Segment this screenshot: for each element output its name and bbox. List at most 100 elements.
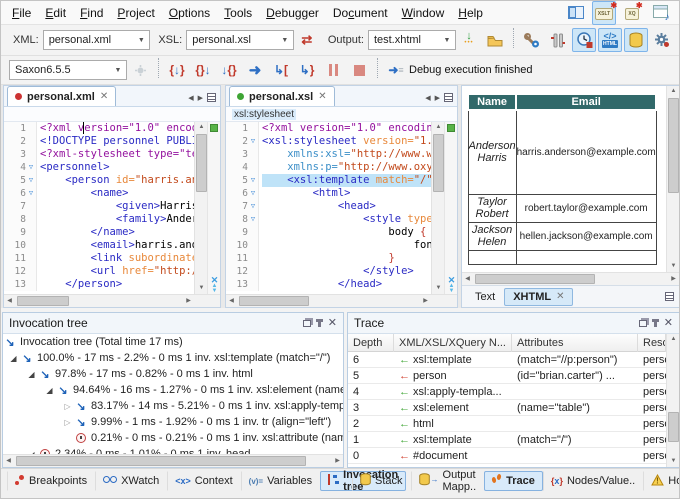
xml-combobox[interactable]: personal.xml ▼: [43, 30, 151, 50]
tree-expander-icon[interactable]: ◢: [25, 370, 38, 379]
switch-to-editor-button[interactable]: ♪: [648, 1, 672, 25]
step-into-button[interactable]: {↓}: [165, 58, 189, 82]
tab-list-icon[interactable]: [207, 93, 216, 102]
open-folder-button[interactable]: [483, 28, 507, 52]
swap-xml-xsl-button[interactable]: ⇄: [295, 28, 319, 52]
trace-row[interactable]: 2←htmlpersonal.xsl [line: 6]: [348, 416, 666, 432]
xq-debugger-button[interactable]: XQ✱: [620, 1, 644, 25]
close-panel-icon[interactable]: ✕: [664, 318, 673, 329]
view-tab-breakpoints[interactable]: Breakpoints: [7, 471, 95, 491]
output-combobox[interactable]: test.xhtml ▼: [368, 30, 456, 50]
close-tab-icon[interactable]: ✕: [100, 91, 108, 102]
trace-column-header[interactable]: XML/XSL/XQuery N...: [394, 334, 512, 352]
tree-expander-icon[interactable]: ◢: [7, 354, 20, 363]
xsl-combobox[interactable]: personal.xsl ▼: [186, 30, 294, 50]
menu-window[interactable]: Window: [395, 3, 452, 23]
tree-expander-icon[interactable]: ◢: [43, 386, 56, 395]
scroll-right-icon[interactable]: ▶: [332, 455, 343, 468]
editor-layout-button[interactable]: [564, 1, 588, 25]
engine-config-button[interactable]: [128, 58, 152, 82]
restore-panel-icon[interactable]: [303, 320, 311, 327]
close-tab-icon[interactable]: ✕: [556, 291, 564, 302]
run-button[interactable]: ➜: [243, 58, 267, 82]
nav-back-icon[interactable]: ◀: [425, 94, 430, 102]
output-horizontal-scrollbar[interactable]: ◀ ▶: [462, 272, 679, 285]
tree-expander-icon[interactable]: ▷: [61, 402, 74, 411]
scroll-left-icon[interactable]: ◀: [226, 295, 237, 308]
link-output-button[interactable]: ↓•••: [457, 28, 481, 52]
output-tab-xhtml[interactable]: XHTML✕: [504, 288, 573, 306]
scroll-up-icon[interactable]: ▲: [667, 334, 679, 345]
trace-row[interactable]: 0←#documentpersonal.xml [line: 1]: [348, 448, 666, 464]
view-tab-output-mapping[interactable]: →Output Mapp..: [411, 471, 485, 491]
scroll-up-icon[interactable]: ▲: [667, 86, 679, 97]
scroll-left-icon[interactable]: ◀: [462, 273, 473, 286]
view-tab-xwatch[interactable]: XWatch: [95, 471, 167, 491]
nav-back-icon[interactable]: ◀: [188, 94, 193, 102]
menu-document[interactable]: Document: [326, 3, 395, 23]
engine-combobox[interactable]: Saxon6.5.5 ▼: [9, 60, 127, 80]
fold-marker-icon[interactable]: ▽: [26, 174, 37, 187]
output-vertical-scrollbar[interactable]: ▲ ▼: [666, 86, 679, 272]
scroll-left-icon[interactable]: ◀: [4, 295, 15, 308]
xsl-vertical-scrollbar[interactable]: ▲ ▼: [431, 122, 444, 294]
menu-tools[interactable]: Tools: [217, 3, 259, 23]
menu-options[interactable]: Options: [162, 3, 217, 23]
xml-vertical-scrollbar[interactable]: ▲ ▼: [194, 122, 207, 294]
xml-horizontal-scrollbar[interactable]: ◀ ▶: [4, 294, 220, 307]
invocation-tree-row[interactable]: ◢↘100.0% - 17 ms - 2.2% - 0 ms 1 inv. xs…: [3, 350, 343, 366]
scroll-right-icon[interactable]: ▶: [183, 295, 194, 308]
scroll-right-icon[interactable]: ▶: [420, 295, 431, 308]
menu-project[interactable]: Project: [110, 3, 161, 23]
sync-scroll-icon[interactable]: ▲▼: [212, 284, 218, 294]
view-tab-nodes-values[interactable]: {x}Nodes/Value..: [543, 471, 643, 491]
view-tab-variables[interactable]: (v)=Variables: [241, 471, 321, 491]
show-xhtml-output-button[interactable]: </>HTML: [598, 28, 622, 52]
pause-button[interactable]: [321, 58, 345, 82]
invocation-tree-row[interactable]: ◢↘94.64% - 16 ms - 1.27% - 0 ms 1 inv. x…: [3, 382, 343, 398]
close-tab-icon[interactable]: ✕: [318, 91, 326, 102]
xsl-horizontal-scrollbar[interactable]: ◀ ▶: [226, 294, 457, 307]
xslt-debugger-button[interactable]: XSLT✱: [592, 1, 616, 25]
run-to-end-button[interactable]: ↳}: [295, 58, 319, 82]
trace-row[interactable]: 4←xsl:apply-templa...personal.xsl [line:…: [348, 384, 666, 400]
invocation-tree-body[interactable]: ↘Invocation tree (Total time 17 ms)◢↘100…: [3, 334, 343, 454]
pin-panel-icon[interactable]: [318, 319, 321, 327]
invocation-tree-root[interactable]: ↘Invocation tree (Total time 17 ms): [3, 334, 343, 350]
fold-marker-icon[interactable]: ▽: [248, 187, 259, 200]
fold-marker-icon[interactable]: ▽: [248, 200, 259, 213]
trace-table[interactable]: DepthXML/XSL/XQuery N...AttributesResour…: [348, 334, 666, 467]
invocation-horizontal-scrollbar[interactable]: ◀ ▶: [3, 454, 343, 467]
fold-marker-icon[interactable]: ▽: [248, 174, 259, 187]
output-tab-text[interactable]: Text: [466, 288, 504, 306]
step-over-button[interactable]: {}↓: [191, 58, 215, 82]
tab-list-icon[interactable]: [444, 93, 453, 102]
fold-marker-icon[interactable]: ▽: [26, 187, 37, 200]
stop-button[interactable]: [347, 58, 371, 82]
pin-panel-icon[interactable]: [654, 319, 657, 327]
menu-file[interactable]: File: [5, 3, 38, 23]
status-arrow-button[interactable]: ➜≡: [384, 58, 408, 82]
xsl-code-area[interactable]: 1<?xml version="1.0" encoding="2▽<xsl:st…: [226, 122, 431, 294]
trace-vertical-scrollbar[interactable]: ▲ ▼: [666, 334, 679, 467]
invocation-tree-row[interactable]: ◢2.34% - 0 ms - 1.01% - 0 ms 1 inv. head: [3, 446, 343, 454]
debugger-settings-button[interactable]: [650, 28, 674, 52]
close-panel-icon[interactable]: ✕: [328, 318, 337, 329]
run-to-cursor-button[interactable]: ↳[: [269, 58, 293, 82]
fold-marker-icon[interactable]: ▽: [248, 135, 259, 148]
trace-row[interactable]: 5←person(id="brian.carter") ...personal.…: [348, 368, 666, 384]
scroll-down-icon[interactable]: ▼: [667, 261, 679, 272]
xml-code-area[interactable]: 1<?xml version="1.0" encodin2<!DOCTYPE p…: [4, 122, 194, 294]
show-db-button[interactable]: [624, 28, 648, 52]
xml-refactoring-button[interactable]: [546, 28, 570, 52]
fold-marker-icon[interactable]: ▽: [248, 213, 259, 226]
trace-row[interactable]: 1←xsl:template(match="/")personal.xsl [l…: [348, 432, 666, 448]
scroll-left-icon[interactable]: ◀: [3, 455, 14, 468]
profile-clock-button[interactable]: [572, 28, 596, 52]
scroll-right-icon[interactable]: ▶: [668, 273, 679, 286]
view-tab-stack[interactable]: Stack: [352, 471, 411, 491]
invocation-tree-row[interactable]: ▷↘83.17% - 14 ms - 5.21% - 0 ms 1 inv. x…: [3, 398, 343, 414]
trace-row[interactable]: 3←xsl:element(name="table")personal.xsl …: [348, 400, 666, 416]
menu-edit[interactable]: Edit: [38, 3, 73, 23]
tab-personal-xml[interactable]: personal.xml ✕: [7, 86, 116, 106]
